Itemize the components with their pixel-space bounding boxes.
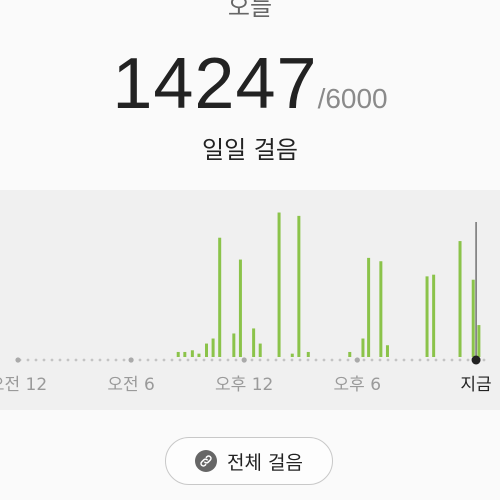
tick-marker (128, 357, 134, 363)
baseline-dot (306, 358, 310, 362)
step-bar (385, 345, 389, 357)
baseline-dot (50, 358, 54, 362)
step-bar (432, 274, 436, 357)
tick-label: 오후 12 (215, 375, 274, 395)
baseline-dot (178, 358, 182, 362)
baseline-dot (234, 358, 238, 362)
baseline-dot (346, 358, 350, 362)
step-bar (211, 338, 215, 357)
step-bar (232, 333, 236, 357)
step-bar (458, 241, 462, 357)
baseline-dot (82, 358, 86, 362)
step-bar (218, 237, 222, 357)
baseline-dot (170, 358, 174, 362)
baseline-dot (58, 358, 62, 362)
tick-label: 오전 6 (107, 375, 155, 395)
baseline-dot (74, 358, 78, 362)
baseline-dot (138, 358, 142, 362)
baseline-dot (450, 358, 454, 362)
baseline-dot (258, 358, 262, 362)
baseline-dot (194, 358, 198, 362)
baseline-dot (362, 358, 366, 362)
baseline-dot (482, 358, 486, 362)
baseline-dot (458, 358, 462, 362)
all-steps-label: 전체 걸음 (227, 451, 303, 474)
baseline-dot (418, 358, 422, 362)
baseline-dot (98, 358, 102, 362)
tick-label: 오전 12 (0, 375, 48, 395)
step-bar (379, 261, 383, 357)
baseline-dot (250, 358, 254, 362)
tick-label: 오후 6 (333, 375, 382, 395)
step-bar (183, 351, 187, 357)
all-steps-button[interactable]: 전체 걸음 (165, 437, 333, 485)
baseline-dot (122, 358, 126, 362)
tick-marker (241, 357, 247, 363)
step-bar (348, 351, 352, 357)
baseline-dot (162, 358, 166, 362)
steps-count: 14247 (112, 44, 318, 124)
baseline-dot (66, 358, 70, 362)
tick-marker (15, 357, 21, 363)
baseline-dot (282, 358, 286, 362)
step-bar (190, 350, 194, 357)
baseline-dot (402, 358, 406, 362)
step-bar (361, 338, 365, 357)
baseline-dot (298, 358, 302, 362)
step-bar (176, 351, 180, 357)
baseline-dot (186, 358, 190, 362)
baseline-dot (274, 358, 278, 362)
baseline-dot (146, 358, 150, 362)
baseline-dot (154, 358, 158, 362)
baseline-dot (42, 358, 46, 362)
baseline-dot (314, 358, 318, 362)
baseline-dot (394, 358, 398, 362)
chart-title: 일일 걸음 (202, 136, 298, 164)
baseline-dot (322, 358, 326, 362)
step-bar (277, 212, 281, 357)
baseline-dot (442, 358, 446, 362)
baseline-dot (210, 358, 214, 362)
step-bar (290, 353, 294, 357)
baseline-dot (26, 358, 30, 362)
step-bar (197, 353, 201, 357)
step-bar (252, 328, 256, 357)
now-label: 지금 (460, 375, 492, 395)
baseline-dot (114, 358, 118, 362)
step-bar (238, 259, 242, 357)
step-bar (477, 325, 481, 357)
steps-summary: 14247/6000 (0, 44, 500, 139)
baseline-dot (426, 358, 430, 362)
baseline-dot (218, 358, 222, 362)
baseline-dot (290, 358, 294, 362)
today-label: 오늘 (227, 0, 273, 21)
tick-marker (354, 357, 360, 363)
baseline-dot (90, 358, 94, 362)
step-bar (258, 343, 262, 357)
baseline-dot (386, 358, 390, 362)
link-icon (195, 450, 218, 472)
step-bar (306, 351, 310, 357)
baseline-dot (202, 358, 206, 362)
step-bar (205, 343, 208, 357)
step-bar (425, 276, 429, 357)
baseline-dot (106, 358, 110, 362)
baseline-dot (34, 358, 38, 362)
step-bar (367, 257, 371, 357)
step-bar (471, 279, 475, 357)
baseline-dot (330, 358, 334, 362)
baseline-dot (370, 358, 374, 362)
step-bar (297, 215, 301, 357)
baseline-dot (434, 358, 438, 362)
steps-goal: /6000 (317, 83, 388, 114)
baseline-dot (266, 358, 270, 362)
baseline-dot (378, 358, 382, 362)
baseline-dot (338, 358, 342, 362)
baseline-dot (466, 358, 470, 362)
baseline-dot (410, 358, 414, 362)
now-marker (471, 355, 481, 365)
baseline-dot (226, 358, 230, 362)
